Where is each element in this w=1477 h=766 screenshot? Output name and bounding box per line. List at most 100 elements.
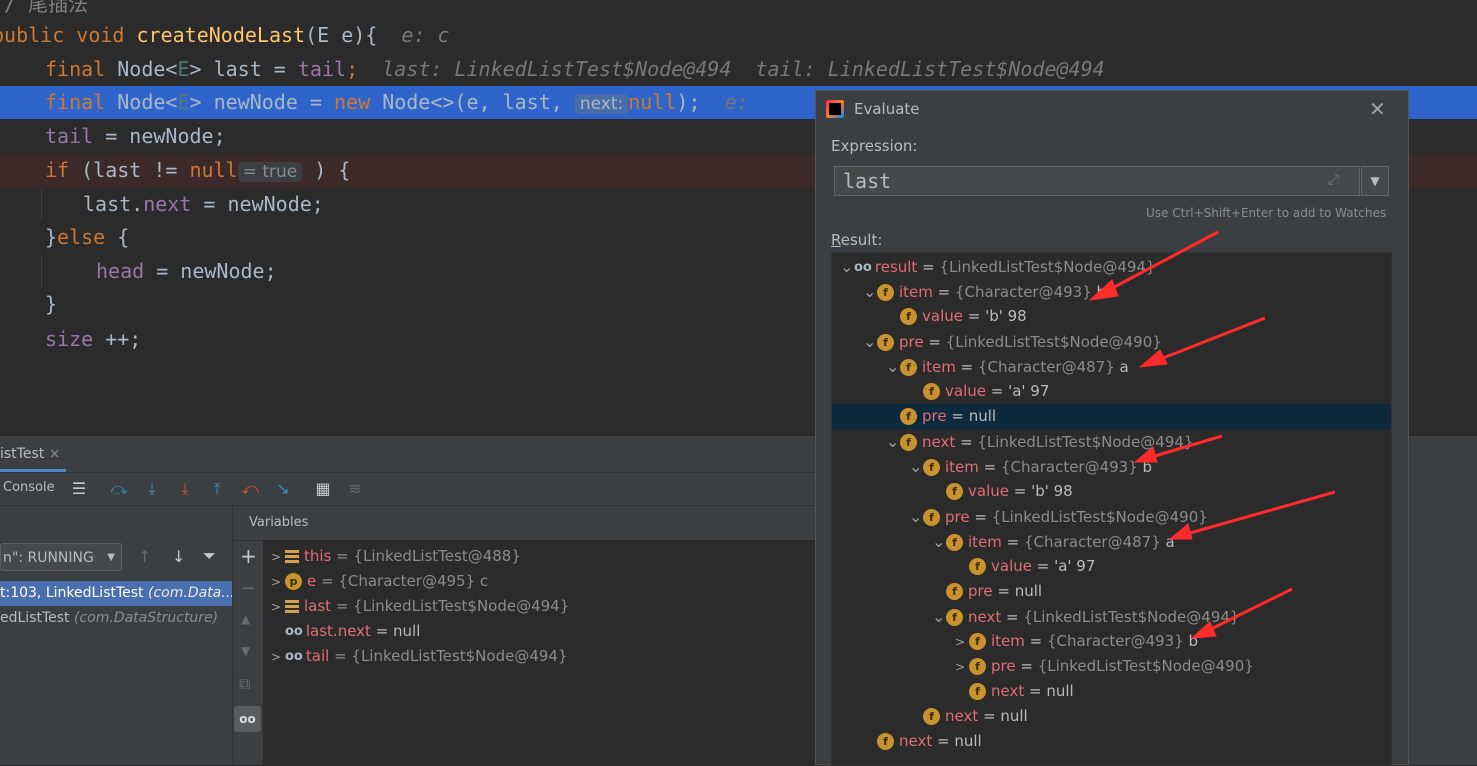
- code-line-if[interactable]: if (last != null = true ) {: [45, 154, 350, 187]
- step-into-icon[interactable]: ⤓: [141, 478, 163, 500]
- code-line-last-next[interactable]: last.next = newNode;: [83, 188, 324, 221]
- step-over-icon[interactable]: ⤼: [108, 478, 130, 500]
- field-icon: f: [923, 383, 940, 400]
- chevron-right-icon[interactable]: >: [271, 595, 285, 620]
- result-equals: =: [955, 433, 978, 451]
- code-line-tail[interactable]: tail = newNode;: [45, 120, 226, 153]
- code-line-close-brace[interactable]: }: [45, 288, 57, 321]
- result-field-type: {Character@493}: [1047, 632, 1184, 650]
- result-tree-row[interactable]: ⌄ f item = {Character@493} b: [832, 454, 1391, 479]
- result-field-type: {LinkedListTest$Node@494}: [939, 258, 1156, 276]
- result-tree-row[interactable]: f next = null: [832, 679, 1391, 704]
- result-tree-row[interactable]: f value = 'b' 98: [832, 479, 1391, 504]
- result-tree-row[interactable]: f next = null: [832, 729, 1391, 754]
- frame-item[interactable]: edListTest (com.DataStructure): [0, 606, 232, 631]
- trace-stream-icon[interactable]: ≋: [344, 478, 366, 500]
- variable-row[interactable]: > this = {LinkedListTest@488}: [271, 544, 521, 569]
- variables-sidebar: + − ▲ ▼ ⧉ oo: [233, 506, 263, 765]
- result-field-value: null: [1000, 707, 1028, 725]
- result-equals: =: [992, 582, 1015, 600]
- arrow-down-icon[interactable]: ↓: [172, 547, 185, 566]
- chevron-down-icon[interactable]: ⌄: [863, 329, 877, 354]
- expression-input[interactable]: last: [834, 166, 1360, 196]
- result-tree[interactable]: ⌄oo result = {LinkedListTest$Node@494} ⌄ f i…: [831, 252, 1392, 766]
- result-tree-row[interactable]: f value = 'b' 98: [832, 304, 1391, 329]
- expand-icon[interactable]: ⤢: [1328, 172, 1339, 188]
- result-field-name: next: [991, 682, 1025, 700]
- tab-close-icon[interactable]: ×: [49, 446, 61, 462]
- move-down-icon[interactable]: ▼: [241, 644, 250, 658]
- variable-row[interactable]: > last = {LinkedListTest$Node@494}: [271, 594, 569, 619]
- result-tree-row[interactable]: ⌄ f pre = {LinkedListTest$Node@490}: [832, 504, 1391, 529]
- chevron-down-icon[interactable]: ⌄: [886, 429, 900, 454]
- run-to-cursor-icon[interactable]: ↘: [272, 478, 294, 500]
- history-dropdown[interactable]: ▼: [1361, 166, 1389, 196]
- code-line-newnode[interactable]: final Node<E> newNode = new Node<>(e, la…: [45, 86, 749, 119]
- result-tree-row[interactable]: ⌄ f next = {LinkedListTest$Node@494}: [832, 429, 1391, 454]
- force-step-into-icon[interactable]: ⤓: [174, 478, 196, 500]
- result-tree-row[interactable]: f pre = null: [832, 404, 1391, 429]
- field-icon: f: [946, 534, 963, 551]
- result-equals: =: [969, 508, 992, 526]
- field-icon: f: [900, 408, 917, 425]
- frame-item-selected[interactable]: t:103, LinkedListTest (com.Data...: [0, 581, 232, 606]
- code-line-last[interactable]: final Node<E> last = tail; last: LinkedL…: [45, 53, 1105, 86]
- chevron-right-icon[interactable]: >: [955, 655, 969, 680]
- chevron-down-icon[interactable]: ⌄: [932, 604, 946, 629]
- result-tree-row[interactable]: ⌄oo result = {LinkedListTest$Node@494}: [832, 254, 1391, 279]
- code-line-head[interactable]: head = newNode;: [96, 255, 277, 288]
- variable-row[interactable]: > p e = {Character@495} c: [271, 569, 488, 594]
- arrow-up-icon[interactable]: ↑: [138, 547, 151, 566]
- chevron-down-icon[interactable]: ⌄: [932, 529, 946, 554]
- result-field-type: {LinkedListTest$Node@490}: [991, 508, 1208, 526]
- result-tree-row[interactable]: f pre = null: [832, 579, 1391, 604]
- result-tree-row[interactable]: ⌄ f item = {Character@493} b: [832, 279, 1391, 304]
- field-icon: f: [923, 509, 940, 526]
- chevron-right-icon[interactable]: >: [271, 570, 285, 595]
- variable-row[interactable]: oo last.next = null: [285, 619, 420, 644]
- field-icon: f: [946, 609, 963, 626]
- chevron-down-icon[interactable]: ⌄: [886, 354, 900, 379]
- result-tree-row[interactable]: ⌄ f item = {Character@487} a: [832, 529, 1391, 554]
- chevron-down-icon[interactable]: ⌄: [909, 454, 923, 479]
- result-tree-row[interactable]: f next = null: [832, 704, 1391, 729]
- result-tree-row[interactable]: > f pre = {LinkedListTest$Node@490}: [832, 654, 1391, 680]
- variables-tree[interactable]: > this = {LinkedListTest@488} > p e = {Char…: [263, 540, 815, 765]
- show-watches-icon[interactable]: oo: [234, 706, 261, 732]
- step-out-icon[interactable]: ⤒: [206, 478, 228, 500]
- chevron-down-icon[interactable]: ⌄: [840, 254, 854, 279]
- debug-session-tab[interactable]: istTest ×: [0, 436, 67, 472]
- copy-icon[interactable]: ⧉: [239, 674, 250, 694]
- result-field-type: {Character@493}: [1001, 458, 1138, 476]
- result-tree-row[interactable]: ⌄ f item = {Character@487} a: [832, 354, 1391, 379]
- add-watch-icon[interactable]: +: [240, 544, 257, 568]
- drop-frame-icon[interactable]: ⤺: [239, 478, 261, 500]
- result-tree-row[interactable]: f value = 'a' 97: [832, 554, 1391, 579]
- console-tab[interactable]: Console: [3, 480, 55, 495]
- code-line-else[interactable]: }else {: [45, 221, 129, 254]
- remove-watch-icon[interactable]: −: [241, 578, 256, 599]
- result-tree-row[interactable]: > f item = {Character@493} b: [832, 629, 1391, 655]
- close-icon[interactable]: ✕: [1369, 97, 1386, 121]
- chevron-right-icon[interactable]: >: [955, 630, 969, 655]
- thread-select[interactable]: n": RUNNING ▼: [0, 543, 122, 571]
- evaluate-expression-icon[interactable]: ▦: [312, 478, 334, 500]
- result-equals: =: [917, 258, 940, 276]
- chevron-right-icon[interactable]: >: [271, 645, 285, 670]
- list-icon[interactable]: ☰: [68, 478, 90, 500]
- result-equals: =: [962, 307, 986, 325]
- result-tree-row[interactable]: f value = 'a' 97: [832, 379, 1391, 404]
- chevron-down-icon[interactable]: ⌄: [909, 504, 923, 529]
- result-field-value: null: [1014, 582, 1043, 600]
- field-icon: f: [923, 708, 940, 725]
- result-tree-row[interactable]: ⌄ f next = {LinkedListTest$Node@494}: [832, 604, 1391, 629]
- code-line-signature[interactable]: public void createNodeLast(E e){ e: c: [0, 19, 450, 52]
- result-field-value: a: [1160, 533, 1175, 551]
- chevron-down-icon[interactable]: ⌄: [863, 279, 877, 304]
- chevron-right-icon[interactable]: >: [271, 545, 285, 570]
- move-up-icon[interactable]: ▲: [241, 612, 250, 626]
- code-line-size[interactable]: size ++;: [45, 323, 141, 356]
- variable-row[interactable]: > oo tail = {LinkedListTest$Node@494}: [271, 644, 568, 669]
- filter-icon[interactable]: ⏷: [203, 546, 216, 566]
- result-tree-row[interactable]: ⌄ f pre = {LinkedListTest$Node@490}: [832, 329, 1391, 354]
